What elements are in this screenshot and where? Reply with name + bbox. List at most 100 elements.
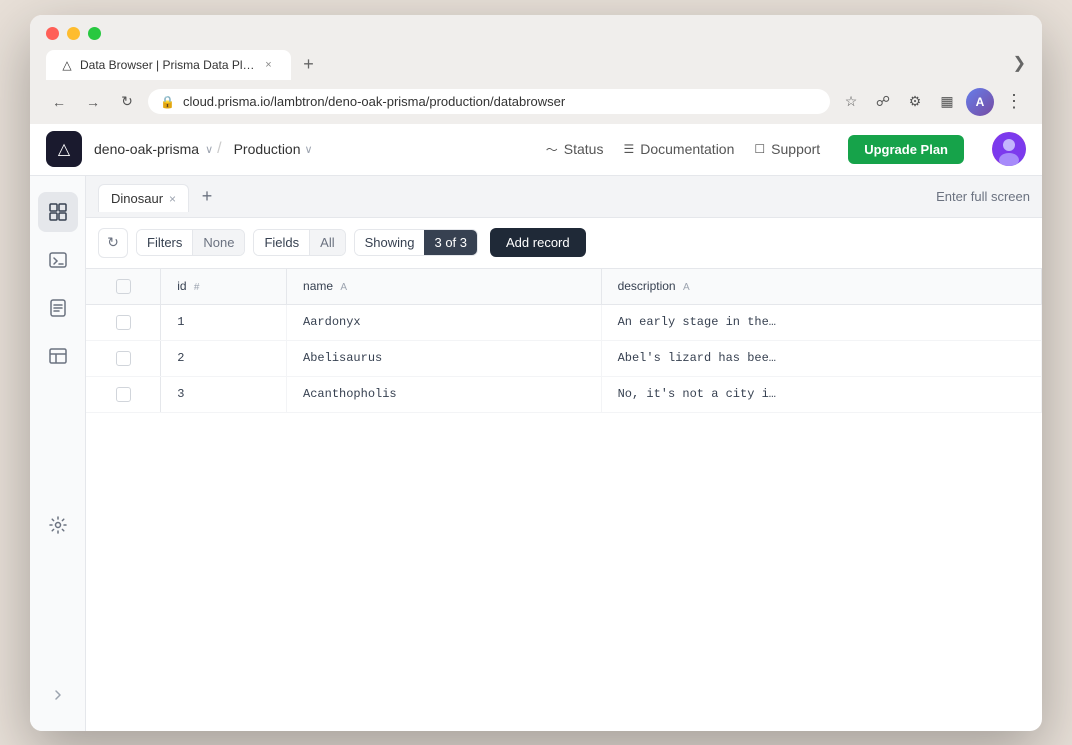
- env-selector[interactable]: Production ∨: [234, 141, 313, 157]
- row-id: 3: [161, 376, 287, 412]
- add-table-tab-button[interactable]: +: [193, 182, 221, 210]
- row-description: Abel's lizard has bee…: [601, 340, 1041, 376]
- profile-avatar[interactable]: A: [966, 88, 994, 116]
- browser-tab-active[interactable]: △ Data Browser | Prisma Data Pl… ×: [46, 50, 291, 80]
- browser-window: △ Data Browser | Prisma Data Pl… × + ❯ ←…: [30, 15, 1042, 731]
- sidebar-toggle-icon[interactable]: ▦: [934, 89, 960, 115]
- showing-label: Showing: [355, 230, 425, 255]
- new-tab-button[interactable]: +: [295, 51, 323, 79]
- row-checkbox[interactable]: [116, 351, 131, 366]
- fields-control[interactable]: Fields All: [253, 229, 345, 256]
- back-button[interactable]: ←: [46, 89, 72, 115]
- project-name: deno-oak-prisma: [94, 141, 199, 157]
- sidebar: [30, 176, 86, 731]
- toolbar: ↻ Filters None Fields All Showing 3 of 3…: [86, 218, 1042, 269]
- tab-close-button[interactable]: ×: [261, 57, 277, 73]
- row-id: 2: [161, 340, 287, 376]
- row-checkbox[interactable]: [116, 387, 131, 402]
- bookmark-icon[interactable]: ☆: [838, 89, 864, 115]
- dinosaur-tab[interactable]: Dinosaur ×: [98, 184, 189, 212]
- id-type-icon: #: [194, 282, 200, 293]
- sidebar-item-data-browser[interactable]: [38, 192, 78, 232]
- env-name: Production: [234, 141, 301, 157]
- nav-separator: /: [217, 140, 221, 158]
- docs-nav-item[interactable]: ☰ Documentation: [623, 141, 734, 157]
- sidebar-expand-button[interactable]: [38, 675, 78, 715]
- menu-icon[interactable]: ⋮: [1000, 89, 1026, 115]
- table-header-row: id # name A description A: [86, 269, 1042, 305]
- fullscreen-link[interactable]: Enter full screen: [936, 189, 1030, 204]
- sidebar-item-terminal[interactable]: [38, 240, 78, 280]
- forward-button[interactable]: →: [80, 89, 106, 115]
- close-traffic-light[interactable]: [46, 27, 59, 40]
- minimize-traffic-light[interactable]: [67, 27, 80, 40]
- reload-button[interactable]: ↻: [114, 89, 140, 115]
- table-row[interactable]: 1 Aardonyx An early stage in the…: [86, 304, 1042, 340]
- maximize-traffic-light[interactable]: [88, 27, 101, 40]
- name-type-icon: A: [340, 282, 347, 293]
- add-record-button[interactable]: Add record: [490, 228, 586, 257]
- showing-value: 3 of 3: [424, 230, 477, 255]
- app-logo: △: [46, 131, 82, 167]
- row-description: An early stage in the…: [601, 304, 1041, 340]
- status-nav-item[interactable]: 〜 Status: [546, 141, 604, 158]
- support-icon: ☐: [754, 142, 765, 156]
- showing-control: Showing 3 of 3: [354, 229, 478, 256]
- id-column-header[interactable]: id #: [161, 269, 287, 305]
- traffic-lights: [46, 27, 1026, 40]
- row-checkbox-cell: [86, 340, 161, 376]
- row-name: Abelisaurus: [287, 340, 602, 376]
- table-row[interactable]: 2 Abelisaurus Abel's lizard has bee…: [86, 340, 1042, 376]
- description-column-header[interactable]: description A: [601, 269, 1041, 305]
- filters-value: None: [192, 230, 244, 255]
- user-avatar[interactable]: [992, 132, 1026, 166]
- content-area: Dinosaur × + Enter full screen ↻ Filters…: [86, 176, 1042, 731]
- sidebar-item-tables[interactable]: [38, 336, 78, 376]
- app-header: △ deno-oak-prisma ∨ / Production ∨ 〜 Sta…: [30, 124, 1042, 176]
- tab-bar: △ Data Browser | Prisma Data Pl… × + ❯: [46, 50, 1026, 80]
- docs-label: Documentation: [640, 141, 734, 157]
- url-bar[interactable]: 🔒 cloud.prisma.io/lambtron/deno-oak-pris…: [148, 89, 830, 114]
- main-layout: Dinosaur × + Enter full screen ↻ Filters…: [30, 176, 1042, 731]
- extensions-icon[interactable]: ⚙: [902, 89, 928, 115]
- upgrade-button[interactable]: Upgrade Plan: [848, 135, 964, 164]
- url-text: cloud.prisma.io/lambtron/deno-oak-prisma…: [183, 94, 565, 109]
- fields-label: Fields: [254, 230, 309, 255]
- row-name: Aardonyx: [287, 304, 602, 340]
- table-container: id # name A description A: [86, 269, 1042, 731]
- name-column-header[interactable]: name A: [287, 269, 602, 305]
- docs-icon: ☰: [623, 142, 634, 156]
- tab-title: Data Browser | Prisma Data Pl…: [80, 58, 255, 72]
- sidebar-item-settings[interactable]: [38, 505, 78, 545]
- tab-favicon: △: [60, 58, 74, 72]
- select-all-checkbox[interactable]: [116, 279, 131, 294]
- row-id: 1: [161, 304, 287, 340]
- refresh-button[interactable]: ↻: [98, 228, 128, 258]
- row-checkbox[interactable]: [116, 315, 131, 330]
- description-type-icon: A: [683, 282, 690, 293]
- row-checkbox-cell: [86, 376, 161, 412]
- tab-close-icon[interactable]: ×: [169, 192, 176, 206]
- id-column-label: id: [177, 279, 186, 293]
- filters-control[interactable]: Filters None: [136, 229, 245, 256]
- name-column-label: name: [303, 279, 333, 293]
- data-table: id # name A description A: [86, 269, 1042, 413]
- sidebar-item-logs[interactable]: [38, 288, 78, 328]
- row-description: No, it's not a city i…: [601, 376, 1041, 412]
- select-all-header[interactable]: [86, 269, 161, 305]
- fields-value: All: [309, 230, 344, 255]
- row-name: Acanthopholis: [287, 376, 602, 412]
- table-body: 1 Aardonyx An early stage in the… 2 Abel…: [86, 304, 1042, 412]
- filters-label: Filters: [137, 230, 192, 255]
- table-row[interactable]: 3 Acanthopholis No, it's not a city i…: [86, 376, 1042, 412]
- row-checkbox-cell: [86, 304, 161, 340]
- tab-end-controls: ❯: [1013, 53, 1026, 77]
- support-label: Support: [771, 141, 820, 157]
- description-column-label: description: [618, 279, 676, 293]
- project-selector[interactable]: deno-oak-prisma ∨: [94, 141, 213, 157]
- support-nav-item[interactable]: ☐ Support: [754, 141, 820, 157]
- status-icon: 〜: [546, 141, 558, 158]
- env-chevron: ∨: [305, 143, 313, 156]
- reading-mode-icon[interactable]: ☍: [870, 89, 896, 115]
- status-label: Status: [564, 141, 604, 157]
